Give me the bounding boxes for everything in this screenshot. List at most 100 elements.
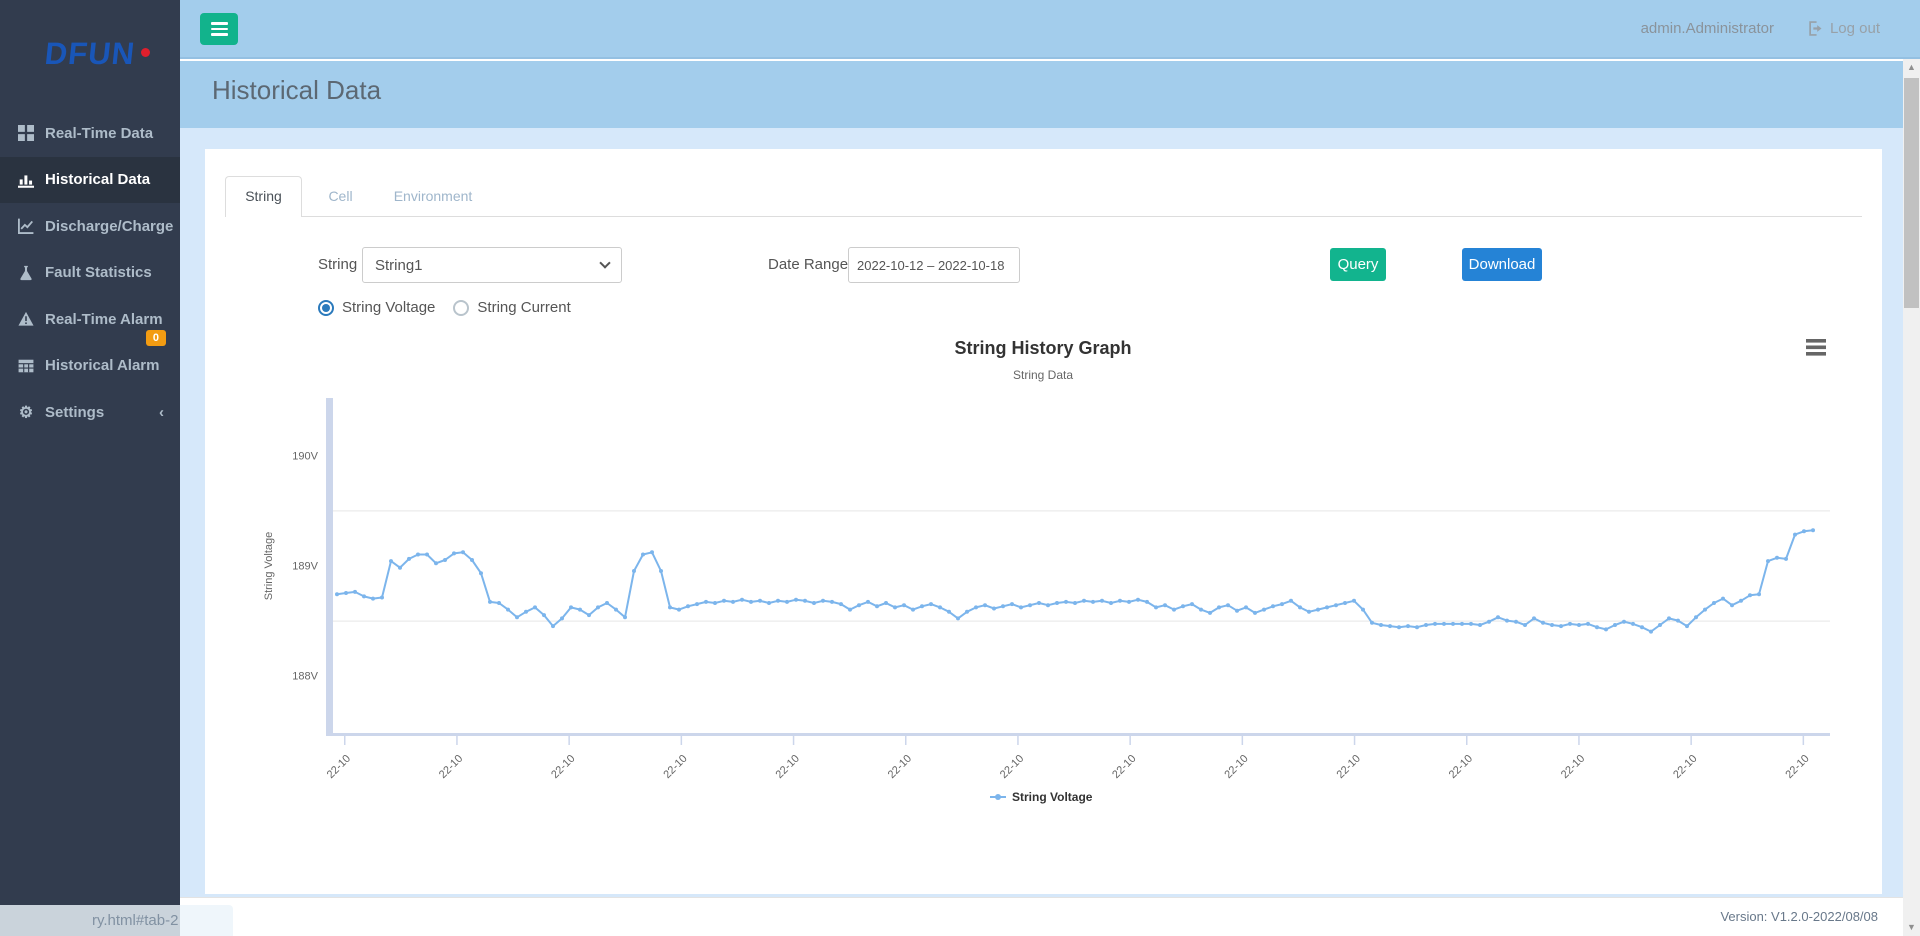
sidebar-item-label: Historical Alarm — [45, 357, 160, 374]
table-icon — [18, 358, 34, 374]
x-tick — [1354, 736, 1356, 745]
radio-label: String Current — [477, 299, 570, 316]
x-tick — [793, 736, 795, 745]
menu-icon — [211, 22, 228, 25]
x-tick-label: 22-10 — [886, 753, 914, 781]
radio-unselected-icon[interactable] — [453, 300, 469, 316]
page-title: Historical Data — [212, 75, 381, 106]
string-select-label: String — [318, 256, 357, 273]
legend-label: String Voltage — [1012, 790, 1093, 804]
browser-status-tooltip: ry.html#tab-2 — [0, 905, 233, 936]
logo-dot-icon — [141, 48, 150, 57]
svg-text:⚙: ⚙ — [19, 405, 33, 420]
line-chart-icon — [18, 218, 34, 234]
string-history-chart: String History GraphString Data22-1022-1… — [205, 329, 1882, 829]
footer: Version: V1.2.0-2022/08/08 — [180, 897, 1920, 936]
x-tick-label: 22-10 — [1110, 753, 1138, 781]
sidebar-item-historical-alarm[interactable]: Historical Alarm — [0, 343, 180, 390]
radio-string-voltage[interactable]: String Voltage — [318, 299, 435, 316]
query-button[interactable]: Query — [1330, 248, 1386, 281]
scroll-up-arrow-icon[interactable]: ▲ — [1903, 59, 1920, 76]
hamburger-icon — [1806, 352, 1826, 356]
sidebar-item-label: Settings — [45, 404, 104, 421]
y-axis-title: String Voltage — [263, 532, 275, 601]
warning-icon — [18, 311, 34, 327]
tabs-divider — [225, 216, 1862, 217]
x-tick-label: 22-10 — [437, 753, 465, 781]
topbar-right: admin.Administrator Log out — [1641, 0, 1880, 57]
x-tick-label: 22-10 — [549, 753, 577, 781]
hamburger-icon — [1806, 346, 1826, 350]
hamburger-icon — [1806, 339, 1826, 343]
x-tick — [344, 736, 346, 745]
sidebar-item-label: Real-Time Data — [45, 125, 153, 142]
x-tick — [1803, 736, 1805, 745]
sidebar: DFUN Real-Time Data Historical Data Discha… — [0, 0, 180, 936]
radio-selected-icon[interactable] — [318, 300, 334, 316]
x-tick-label: 22-10 — [774, 753, 802, 781]
scrollbar-thumb[interactable] — [1904, 78, 1919, 308]
page-header: Historical Data — [180, 61, 1920, 128]
string-select-wrap: String1 — [362, 247, 622, 283]
x-tick — [456, 736, 458, 745]
scroll-down-arrow-icon[interactable]: ▼ — [1903, 919, 1920, 936]
series-radio-group: String Voltage String Current — [318, 299, 571, 316]
bar-chart-icon — [18, 172, 34, 188]
sidebar-item-fault-statistics[interactable]: Fault Statistics — [0, 250, 180, 297]
chart-subtitle: String Data — [1013, 368, 1073, 382]
date-range-input[interactable] — [848, 247, 1020, 283]
sidebar-toggle-button[interactable] — [200, 13, 238, 45]
sidebar-item-historical-data[interactable]: Historical Data — [0, 157, 180, 204]
x-tick — [1690, 736, 1692, 745]
logout-icon — [1808, 21, 1823, 36]
radio-string-current[interactable]: String Current — [453, 299, 570, 316]
y-tick-label: 188V — [292, 671, 318, 683]
y-tick-label: 189V — [292, 561, 318, 573]
legend-item-string-voltage[interactable]: String Voltage — [990, 790, 1093, 804]
sidebar-item-settings[interactable]: ⚙ Settings ‹ — [0, 389, 180, 436]
date-range-label: Date Range — [768, 256, 848, 273]
x-tick-label: 22-10 — [1559, 753, 1587, 781]
x-tick-label: 22-10 — [325, 753, 353, 781]
x-tick — [1017, 736, 1019, 745]
string-select[interactable]: String1 — [362, 247, 622, 283]
x-tick — [1578, 736, 1580, 745]
x-tick — [1129, 736, 1131, 745]
gridline — [333, 510, 1830, 511]
sidebar-item-real-time-alarm[interactable]: Real-Time Alarm0 — [0, 296, 180, 343]
logged-in-user: admin.Administrator — [1641, 20, 1774, 37]
x-tick-label: 22-10 — [661, 753, 689, 781]
x-tick-label: 22-10 — [1783, 753, 1811, 781]
x-tick — [568, 736, 570, 745]
sidebar-item-label: Historical Data — [45, 171, 150, 188]
x-tick-label: 22-10 — [1447, 753, 1475, 781]
brand: DFUN — [0, 0, 180, 110]
sidebar-item-real-time-data[interactable]: Real-Time Data — [0, 110, 180, 157]
dfun-logo: DFUN — [0, 36, 182, 72]
tab-string[interactable]: String — [225, 176, 302, 217]
x-axis-line — [326, 733, 1830, 736]
x-tick — [681, 736, 683, 745]
grid-icon — [18, 125, 34, 141]
logout-button[interactable]: Log out — [1808, 20, 1880, 37]
x-tick-label: 22-10 — [998, 753, 1026, 781]
flask-icon — [18, 265, 34, 281]
x-tick — [1242, 736, 1244, 745]
content-card: String Cell Environment String String1 D… — [205, 149, 1882, 894]
version-text: Version: V1.2.0-2022/08/08 — [1720, 909, 1878, 924]
vertical-scrollbar[interactable]: ▲ ▼ — [1903, 59, 1920, 936]
x-tick-label: 22-10 — [1671, 753, 1699, 781]
x-tick-label: 22-10 — [1222, 753, 1250, 781]
gears-icon: ⚙ — [18, 404, 34, 420]
y-axis-line — [326, 398, 333, 736]
chart-context-menu-button[interactable] — [1806, 339, 1826, 356]
tab-environment[interactable]: Environment — [385, 176, 481, 216]
download-button[interactable]: Download — [1462, 248, 1542, 281]
y-tick-label: 190V — [292, 450, 318, 462]
x-tick-label: 22-10 — [1335, 753, 1363, 781]
sidebar-item-label: Real-Time Alarm — [45, 311, 163, 328]
sidebar-item-discharge-charge[interactable]: Discharge/Charge — [0, 203, 180, 250]
topbar: admin.Administrator Log out — [180, 0, 1920, 59]
tab-cell[interactable]: Cell — [313, 176, 368, 216]
chevron-left-icon: ‹ — [159, 404, 164, 421]
